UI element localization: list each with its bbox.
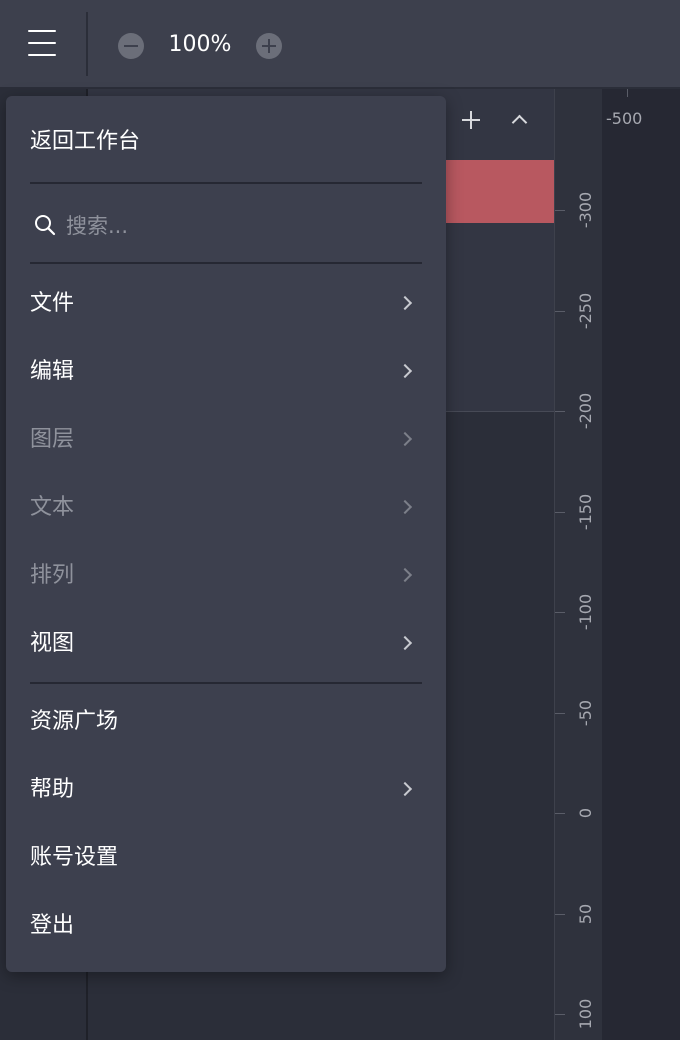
ruler-tick (555, 813, 565, 814)
ruler-tick (555, 612, 565, 613)
menu-separator (30, 262, 422, 264)
menu-item-label: 资源广场 (30, 709, 119, 734)
menu-item-label: 文件 (30, 291, 75, 316)
ruler-label: -50 (576, 699, 595, 726)
zoom-in-button[interactable] (256, 33, 282, 59)
chevron-right-icon (397, 499, 413, 515)
ruler-tick (555, 1014, 565, 1015)
menu-item-label: 帮助 (30, 777, 75, 802)
menu-separator (30, 682, 422, 684)
ruler-tick (555, 913, 565, 915)
ruler-label: 0 (576, 807, 595, 819)
zoom-out-button[interactable] (118, 33, 144, 59)
chevron-right-icon (397, 567, 413, 583)
menu-item[interactable]: 帮助 (6, 760, 446, 820)
chevron-right-icon (397, 635, 413, 651)
ruler-label: -150 (576, 493, 595, 530)
menu-item[interactable]: 视图 (6, 614, 446, 674)
chevron-right-icon (397, 781, 413, 797)
ruler-tick (555, 712, 565, 714)
menu-search (6, 196, 446, 256)
ruler-tick (555, 411, 565, 412)
ruler-tick (627, 89, 628, 97)
hamburger-menu-icon[interactable] (28, 30, 56, 56)
menu-item: 文本 (6, 478, 446, 538)
ruler-label: 100 (576, 998, 595, 1030)
menu-item[interactable]: 文件 (6, 274, 446, 334)
menu-item[interactable]: 账号设置 (6, 828, 446, 888)
chevron-right-icon (397, 363, 413, 379)
search-input[interactable] (66, 206, 406, 246)
menu-item-label: 排列 (30, 563, 75, 588)
top-toolbar: 100% (0, 0, 680, 88)
toolbar-divider (86, 12, 88, 76)
ruler-label: -300 (576, 191, 595, 229)
chevron-right-icon (397, 295, 413, 311)
menu-item-back-to-workspace[interactable]: 返回工作台 (6, 112, 446, 172)
menu-item: 排列 (6, 546, 446, 606)
menu-item-label: 编辑 (30, 359, 75, 384)
menu-item-label: 视图 (30, 631, 75, 656)
menu-item-label: 文本 (30, 495, 75, 520)
zoom-level[interactable]: 100% (160, 30, 240, 60)
menu-item-label: 图层 (30, 427, 75, 452)
search-icon (35, 215, 56, 236)
ruler-label-top: -500 (606, 109, 643, 128)
ruler-label: -250 (576, 292, 595, 329)
menu-item-label: 返回工作台 (30, 129, 141, 154)
vertical-ruler: -300 -250 -200 -150 -100 -50 0 50 100 (554, 89, 602, 1040)
menu-item[interactable]: 登出 (6, 896, 446, 956)
menu-separator (30, 182, 422, 184)
ruler-tick (555, 310, 565, 312)
add-layer-icon[interactable] (458, 107, 484, 133)
main-menu-dropdown: 返回工作台 文件编辑图层文本排列视图 资源广场帮助账号设置登出 (6, 96, 446, 972)
ruler-label: -200 (576, 392, 595, 430)
menu-item-label: 账号设置 (30, 845, 119, 870)
chevron-right-icon (397, 431, 413, 447)
horizontal-ruler: -500 (600, 89, 680, 129)
menu-item-label: 登出 (30, 913, 75, 938)
ruler-label: -100 (576, 593, 595, 631)
ruler-tick (555, 210, 565, 211)
ruler-label: 50 (576, 903, 595, 924)
collapse-panel-icon[interactable] (506, 109, 532, 131)
ruler-tick (555, 511, 565, 513)
menu-item[interactable]: 编辑 (6, 342, 446, 402)
menu-item: 图层 (6, 410, 446, 470)
menu-item[interactable]: 资源广场 (6, 692, 446, 752)
